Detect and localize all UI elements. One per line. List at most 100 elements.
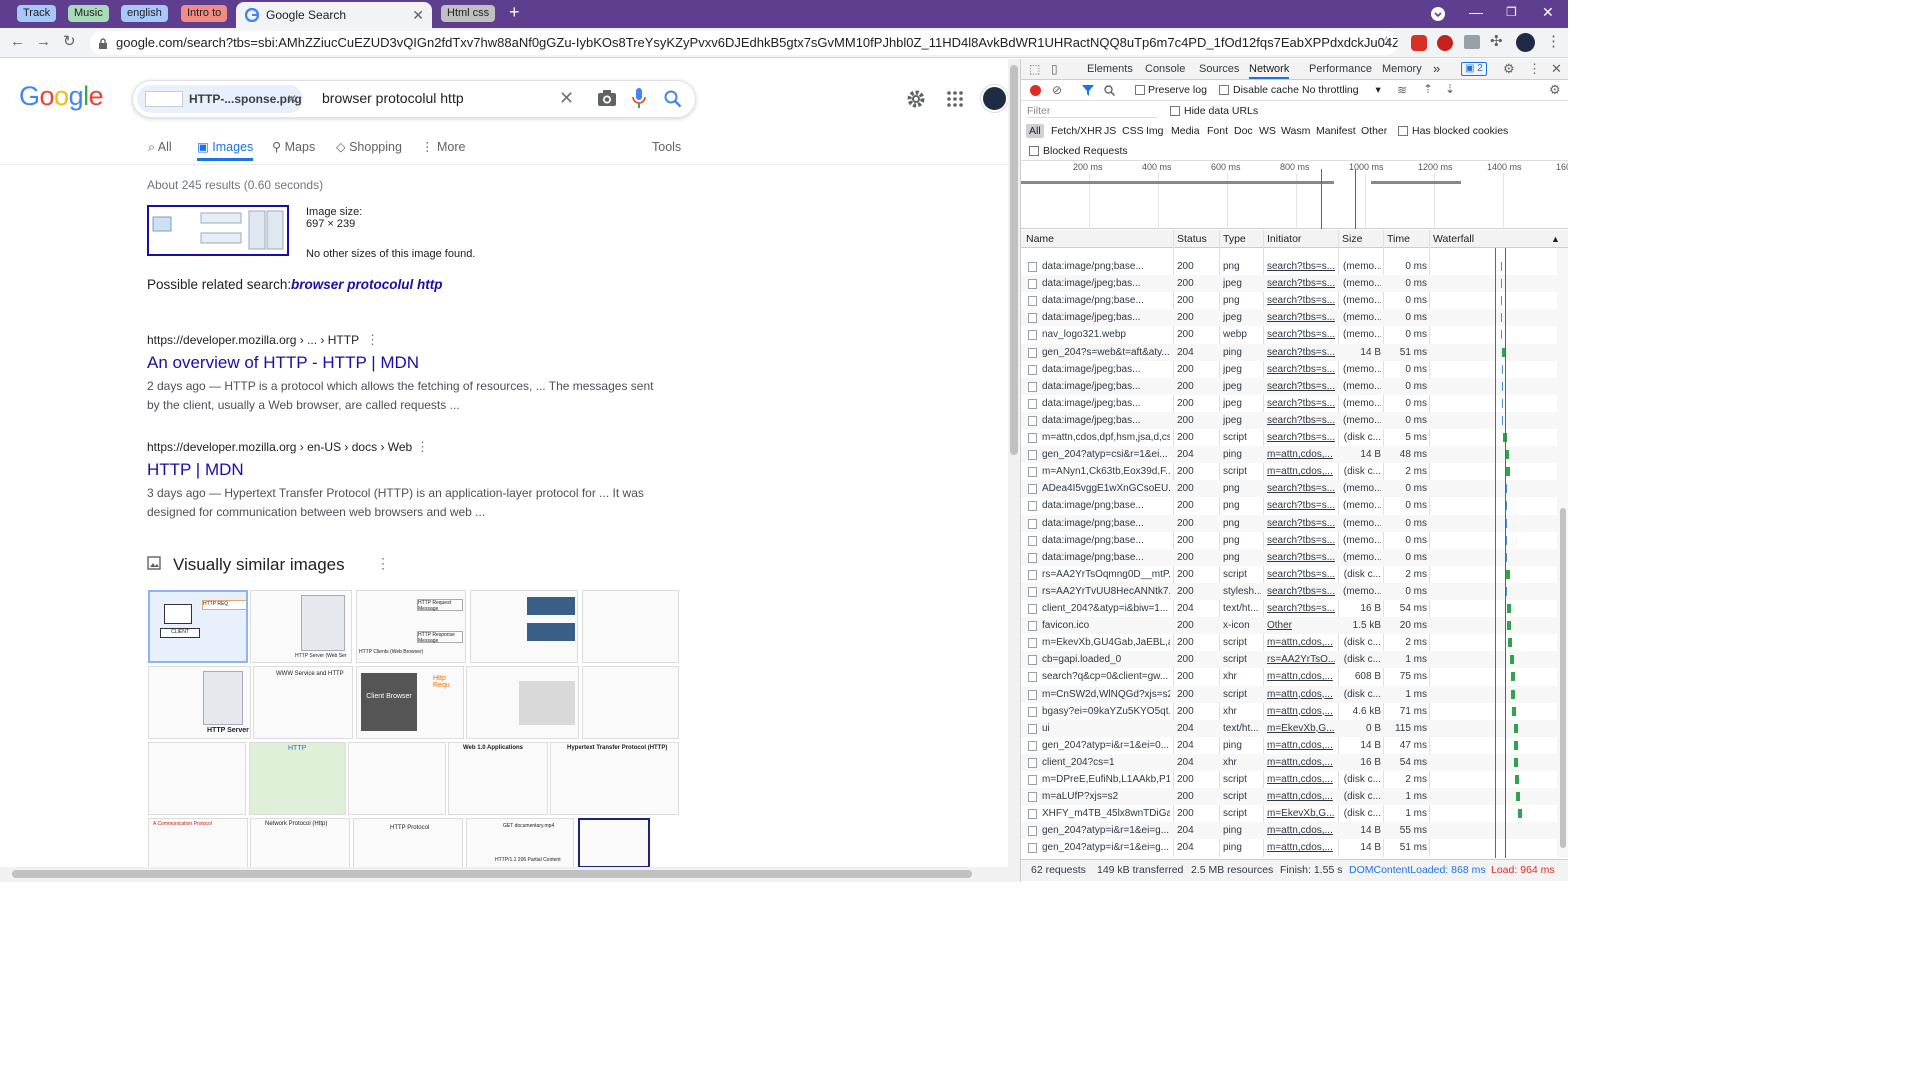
- result-title[interactable]: HTTP | MDN: [147, 460, 667, 480]
- column-time[interactable]: Time: [1387, 230, 1410, 248]
- devtools-close-icon[interactable]: ✕: [1551, 61, 1562, 77]
- similar-image-thumb[interactable]: HTTP: [249, 742, 346, 815]
- network-request-row[interactable]: gen_204?atyp=i&r=1&ei=g... 204 ping m=attn,…: [1021, 839, 1557, 856]
- column-initiator[interactable]: Initiator: [1267, 230, 1301, 248]
- extensions-puzzle-icon[interactable]: ✣: [1490, 32, 1503, 50]
- search-input[interactable]: browser protocolul http: [322, 90, 464, 106]
- request-name[interactable]: gen_204?atyp=i&r=1&ei=g...: [1042, 839, 1170, 856]
- extension-shield-icon[interactable]: [1437, 35, 1453, 51]
- similar-image-thumb[interactable]: GET documentary.mp4 HTTP/1.1 206 Partial…: [466, 818, 574, 867]
- network-request-row[interactable]: rs=AA2YrTsOqmng0D__mtP... 200 script search…: [1021, 566, 1557, 583]
- request-initiator[interactable]: search?tbs=s...: [1267, 326, 1335, 343]
- request-initiator[interactable]: search?tbs=s...: [1267, 258, 1335, 275]
- similar-image-thumb[interactable]: A Communication Protocol: [148, 818, 248, 867]
- request-name[interactable]: search?q&cp=0&client=gw...: [1042, 668, 1170, 685]
- sort-ascending-icon[interactable]: ▲: [1551, 230, 1560, 248]
- request-name[interactable]: m=EkevXb,GU4Gab,JaEBL,a...: [1042, 634, 1170, 651]
- import-har-icon[interactable]: ⇡: [1423, 82, 1433, 96]
- lock-icon[interactable]: [98, 38, 108, 49]
- request-initiator[interactable]: m=attn,cdos,...: [1267, 668, 1335, 685]
- chrome-menu-icon[interactable]: ⋮: [1546, 32, 1561, 50]
- requests-scrollbar[interactable]: [1557, 248, 1568, 858]
- request-name[interactable]: data:image/jpeg;bas...: [1042, 361, 1170, 378]
- request-initiator[interactable]: m=attn,cdos,...: [1267, 634, 1335, 651]
- request-name[interactable]: XHFY_m4TB_45lx8wnTDiGa...: [1042, 805, 1170, 822]
- similar-image-thumb[interactable]: Web 1.0 Applications: [448, 742, 548, 815]
- similar-image-thumb[interactable]: HTTP Server (Web Ser: [250, 590, 352, 663]
- request-initiator[interactable]: search?tbs=s...: [1267, 497, 1335, 514]
- back-icon[interactable]: ←: [10, 33, 25, 50]
- network-request-row[interactable]: data:image/jpeg;bas... 200 jpeg search?tbs=…: [1021, 411, 1557, 429]
- type-filter-fetch[interactable]: Fetch/XHR: [1051, 125, 1102, 137]
- google-apps-icon[interactable]: [947, 91, 963, 107]
- devtools-tab-performance[interactable]: Performance: [1309, 59, 1372, 79]
- network-request-row[interactable]: data:image/png;base... 200 png search?tbs=s…: [1021, 497, 1557, 514]
- request-name[interactable]: rs=AA2YrTvUU8HecANNtk7...: [1042, 583, 1170, 600]
- request-initiator[interactable]: search?tbs=s...: [1267, 309, 1335, 326]
- extension-red-icon[interactable]: [1411, 35, 1427, 51]
- request-initiator[interactable]: search?tbs=s...: [1267, 583, 1335, 600]
- similar-image-thumb[interactable]: HTTP Protocol: [353, 818, 463, 867]
- network-request-row[interactable]: data:image/png;base... 200 png search?tbs=s…: [1021, 292, 1557, 309]
- tab-maps[interactable]: ⚲ Maps: [272, 139, 315, 161]
- similar-image-thumb[interactable]: [148, 742, 246, 815]
- request-name[interactable]: favicon.ico: [1042, 617, 1170, 634]
- close-tab-icon[interactable]: ✕: [412, 2, 424, 28]
- network-request-row[interactable]: favicon.ico 200 x-icon Other 1.5 kB 20 ms: [1021, 617, 1557, 635]
- devtools-tab-elements[interactable]: Elements: [1087, 59, 1133, 79]
- similar-image-thumb[interactable]: [578, 818, 650, 867]
- microphone-icon[interactable]: [632, 88, 646, 109]
- devtools-menu-icon[interactable]: ⋮: [1528, 61, 1541, 77]
- chip-remove-icon[interactable]: ✕: [287, 85, 297, 113]
- scrollbar-thumb[interactable]: [1010, 65, 1018, 455]
- network-request-row[interactable]: m=ANyn1,Ck63tb,Eox39d,F... 200 script m=att…: [1021, 463, 1557, 480]
- tab-group-english[interactable]: english: [121, 5, 168, 22]
- request-initiator[interactable]: search?tbs=s...: [1267, 361, 1335, 378]
- similar-image-thumb[interactable]: [466, 666, 579, 739]
- network-request-row[interactable]: data:image/png;base... 200 png search?tbs=s…: [1021, 532, 1557, 549]
- tab-all[interactable]: ⌕ All: [148, 139, 172, 161]
- extension-gray-icon[interactable]: [1464, 35, 1480, 49]
- reload-icon[interactable]: ↻: [63, 32, 76, 50]
- more-tabs-icon[interactable]: »: [1433, 59, 1440, 79]
- tools-button[interactable]: Tools: [652, 139, 681, 161]
- record-icon[interactable]: [1030, 85, 1041, 96]
- network-request-row[interactable]: gen_204?atyp=i&r=1&ei=g... 204 ping m=attn,…: [1021, 822, 1557, 840]
- tab-group-html-css[interactable]: Html css: [441, 5, 496, 22]
- network-request-row[interactable]: search?q&cp=0&client=gw... 200 xhr m=attn,c…: [1021, 668, 1557, 685]
- type-filter-media[interactable]: Media: [1171, 125, 1200, 137]
- request-name[interactable]: data:image/png;base...: [1042, 515, 1170, 532]
- similar-image-thumb[interactable]: [582, 666, 679, 739]
- blocked-requests-checkbox[interactable]: [1029, 146, 1039, 156]
- network-request-row[interactable]: cb=gapi.loaded_0 200 script rs=AA2YrTsO... (…: [1021, 651, 1557, 669]
- request-initiator[interactable]: search?tbs=s...: [1267, 275, 1335, 292]
- request-name[interactable]: gen_204?atyp=csi&r=1&ei...: [1042, 446, 1170, 463]
- type-filter-font[interactable]: Font: [1207, 125, 1228, 137]
- result-menu-icon[interactable]: ⋮: [416, 439, 429, 455]
- request-initiator[interactable]: m=attn,cdos,...: [1267, 686, 1335, 703]
- request-initiator[interactable]: search?tbs=s...: [1267, 378, 1335, 395]
- type-filter-doc[interactable]: Doc: [1234, 125, 1253, 137]
- network-conditions-icon[interactable]: ≋: [1397, 83, 1407, 97]
- request-name[interactable]: m=DPreE,EufiNb,L1AAkb,P1...: [1042, 771, 1170, 788]
- network-request-row[interactable]: rs=AA2YrTvUU8HecANNtk7... 200 stylesh... se…: [1021, 582, 1557, 600]
- restore-icon[interactable]: ❐: [1506, 5, 1517, 19]
- request-name[interactable]: m=attn,cdos,dpf,hsm,jsa,d,csi: [1042, 429, 1170, 446]
- type-filter-css[interactable]: CSS: [1122, 125, 1144, 137]
- similar-image-thumb[interactable]: [582, 590, 679, 663]
- request-initiator[interactable]: m=EkevXb,G...: [1267, 720, 1335, 737]
- result-url[interactable]: https://developer.mozilla.org › en-US › …: [147, 440, 412, 454]
- result-url[interactable]: https://developer.mozilla.org › ... › HT…: [147, 333, 359, 347]
- account-avatar[interactable]: [981, 85, 1008, 112]
- hide-data-urls-checkbox[interactable]: [1170, 106, 1180, 116]
- request-name[interactable]: client_204?cs=1: [1042, 754, 1170, 771]
- type-filter-other[interactable]: Other: [1361, 125, 1387, 137]
- request-name[interactable]: client_204?&atyp=i&biw=1...: [1042, 600, 1170, 617]
- clear-search-icon[interactable]: ✕: [559, 88, 574, 109]
- network-request-row[interactable]: gen_204?s=web&t=aft&aty... 204 ping search?…: [1021, 343, 1557, 361]
- request-initiator[interactable]: m=attn,cdos,...: [1267, 463, 1335, 480]
- search-icon[interactable]: [664, 90, 682, 108]
- request-name[interactable]: gen_204?atyp=i&r=1&ei=0...: [1042, 737, 1170, 754]
- network-request-row[interactable]: gen_204?atyp=csi&r=1&ei... 204 ping m=attn,…: [1021, 446, 1557, 464]
- result-title[interactable]: An overview of HTTP - HTTP | MDN: [147, 353, 667, 373]
